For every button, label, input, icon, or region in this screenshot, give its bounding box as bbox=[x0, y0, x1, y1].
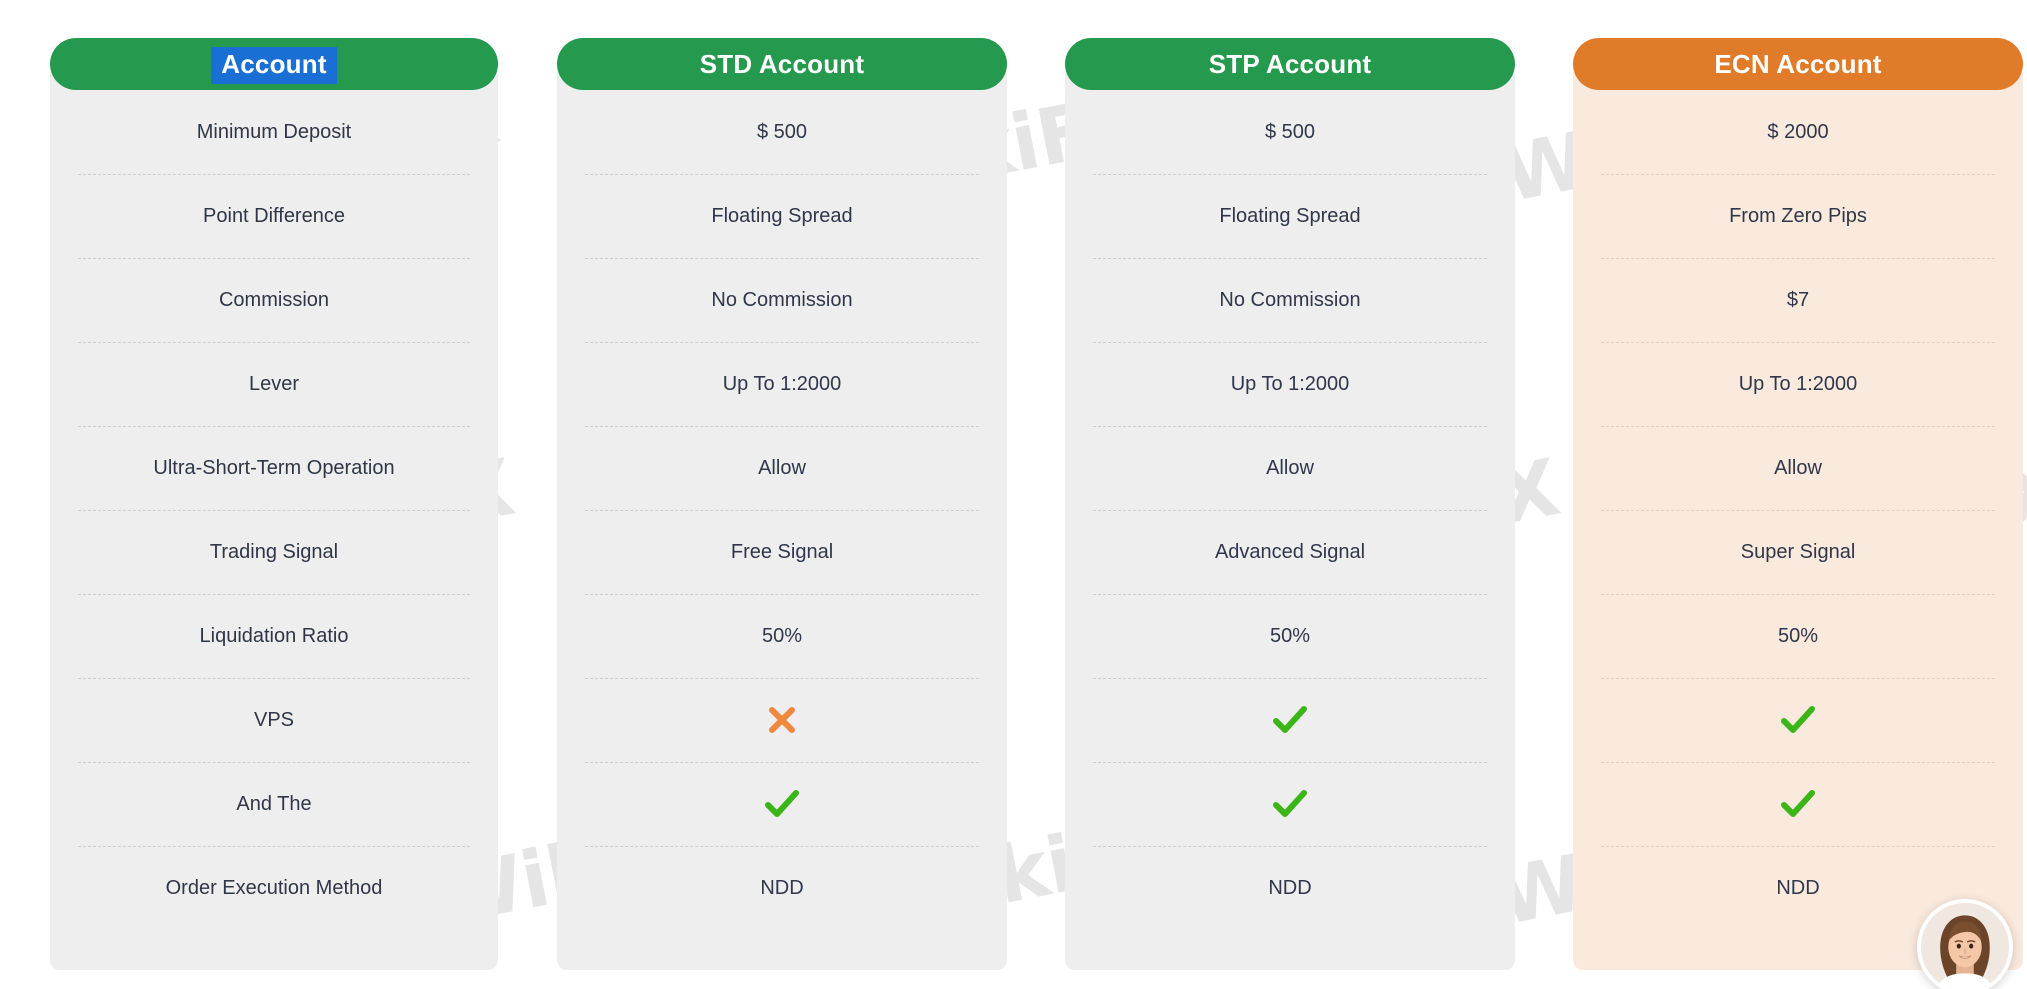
cell-text: 50% bbox=[761, 625, 803, 647]
column-ecn-account: ECN Account $ 2000 From Zero Pips $7 Up … bbox=[1573, 38, 2023, 970]
cell-text: Liquidation Ratio bbox=[199, 625, 349, 647]
column-header-label: STD Account bbox=[699, 48, 865, 79]
table-row: Commission bbox=[78, 258, 470, 342]
check-icon bbox=[1272, 705, 1308, 735]
cell-text: $ 500 bbox=[756, 121, 808, 143]
cell-text: Order Execution Method bbox=[165, 877, 383, 899]
cell-text: Point Difference bbox=[203, 205, 345, 227]
column-header-std[interactable]: STD Account bbox=[557, 38, 1007, 90]
cell-text: Minimum Deposit bbox=[196, 121, 352, 143]
cell-text: Allow bbox=[758, 457, 806, 479]
column-header-stp[interactable]: STP Account bbox=[1065, 38, 1515, 90]
column-stp-account: STP Account $ 500 Floating Spread No Com… bbox=[1065, 38, 1515, 970]
table-row: Order Execution Method bbox=[78, 846, 470, 930]
cell-text: Up To 1:2000 bbox=[1738, 373, 1858, 395]
table-row: Up To 1:2000 bbox=[1601, 342, 1995, 426]
table-row: $ 2000 bbox=[1601, 90, 1995, 174]
cell-text: No Commission bbox=[711, 289, 853, 311]
cross-icon bbox=[765, 703, 799, 737]
cell-text: VPS bbox=[253, 709, 295, 731]
table-row: Floating Spread bbox=[1093, 174, 1487, 258]
column-rows: Minimum Deposit Point Difference Commiss… bbox=[50, 90, 498, 930]
cell-text: Allow bbox=[1266, 457, 1314, 479]
table-row: $ 500 bbox=[1093, 90, 1487, 174]
cell-text: 50% bbox=[1269, 625, 1311, 647]
table-row: Allow bbox=[1093, 426, 1487, 510]
cell-text: No Commission bbox=[1219, 289, 1361, 311]
cell-text: Trading Signal bbox=[209, 541, 339, 563]
table-row: Floating Spread bbox=[585, 174, 979, 258]
table-row: 50% bbox=[1601, 594, 1995, 678]
cell-text: Ultra-Short-Term Operation bbox=[153, 457, 395, 479]
check-icon bbox=[764, 789, 800, 819]
table-row: VPS bbox=[78, 678, 470, 762]
column-rows: $ 500 Floating Spread No Commission Up T… bbox=[557, 90, 1007, 930]
table-row: Trading Signal bbox=[78, 510, 470, 594]
cell-text: Commission bbox=[218, 289, 330, 311]
cell-text: NDD bbox=[1776, 877, 1820, 899]
table-row: Point Difference bbox=[78, 174, 470, 258]
column-header-account[interactable]: Account bbox=[50, 38, 498, 90]
table-row bbox=[1093, 678, 1487, 762]
cell-text: $7 bbox=[1786, 289, 1810, 311]
cell-text: NDD bbox=[760, 877, 804, 899]
table-row: NDD bbox=[585, 846, 979, 930]
table-row: From Zero Pips bbox=[1601, 174, 1995, 258]
table-row: Up To 1:2000 bbox=[1093, 342, 1487, 426]
table-row: Allow bbox=[585, 426, 979, 510]
cell-text: Up To 1:2000 bbox=[722, 373, 842, 395]
column-header-label: Account bbox=[211, 46, 337, 84]
cell-text: Lever bbox=[248, 373, 300, 395]
cell-text: $ 500 bbox=[1264, 121, 1316, 143]
table-row: Up To 1:2000 bbox=[585, 342, 979, 426]
table-row: Free Signal bbox=[585, 510, 979, 594]
table-row bbox=[1601, 762, 1995, 846]
account-comparison-table: Account Minimum Deposit Point Difference… bbox=[0, 0, 2027, 989]
table-row: And The bbox=[78, 762, 470, 846]
cell-text: Super Signal bbox=[1740, 541, 1856, 563]
table-row: NDD bbox=[1093, 846, 1487, 930]
table-row: Minimum Deposit bbox=[78, 90, 470, 174]
column-header-ecn[interactable]: ECN Account bbox=[1573, 38, 2023, 90]
column-account-labels: Account Minimum Deposit Point Difference… bbox=[50, 38, 498, 970]
cell-text: From Zero Pips bbox=[1729, 205, 1867, 227]
comparison-table-page: WikiFX WikiFX WikiFX WikiFX WikiFX WikiF… bbox=[0, 0, 2027, 989]
table-row: Ultra-Short-Term Operation bbox=[78, 426, 470, 510]
table-row: Lever bbox=[78, 342, 470, 426]
column-rows: $ 500 Floating Spread No Commission Up T… bbox=[1065, 90, 1515, 930]
check-icon bbox=[1780, 789, 1816, 819]
chat-support-widget[interactable] bbox=[1917, 899, 2013, 989]
table-row: Advanced Signal bbox=[1093, 510, 1487, 594]
table-row: 50% bbox=[585, 594, 979, 678]
table-row bbox=[1601, 678, 1995, 762]
column-header-label: ECN Account bbox=[1714, 48, 1882, 79]
column-rows: $ 2000 From Zero Pips $7 Up To 1:2000 Al… bbox=[1573, 90, 2023, 930]
cell-text: $ 2000 bbox=[1767, 121, 1829, 143]
check-icon bbox=[1780, 705, 1816, 735]
column-header-label: STP Account bbox=[1208, 48, 1372, 79]
avatar bbox=[1921, 903, 2009, 989]
check-icon bbox=[1272, 789, 1308, 819]
cell-text: And The bbox=[236, 793, 312, 815]
table-row: Super Signal bbox=[1601, 510, 1995, 594]
cell-text: 50% bbox=[1777, 625, 1819, 647]
cell-text: Floating Spread bbox=[711, 205, 853, 227]
table-row: Allow bbox=[1601, 426, 1995, 510]
table-row: 50% bbox=[1093, 594, 1487, 678]
table-row: Liquidation Ratio bbox=[78, 594, 470, 678]
cell-text: Free Signal bbox=[730, 541, 834, 563]
cell-text: NDD bbox=[1268, 877, 1312, 899]
cell-text: Up To 1:2000 bbox=[1230, 373, 1350, 395]
table-row bbox=[585, 762, 979, 846]
table-row: $ 500 bbox=[585, 90, 979, 174]
table-row bbox=[1093, 762, 1487, 846]
table-row: $7 bbox=[1601, 258, 1995, 342]
cell-text: Allow bbox=[1774, 457, 1822, 479]
column-std-account: STD Account $ 500 Floating Spread No Com… bbox=[557, 38, 1007, 970]
cell-text: Advanced Signal bbox=[1214, 541, 1366, 563]
table-row bbox=[585, 678, 979, 762]
cell-text: Floating Spread bbox=[1219, 205, 1361, 227]
table-row: No Commission bbox=[585, 258, 979, 342]
table-row: No Commission bbox=[1093, 258, 1487, 342]
